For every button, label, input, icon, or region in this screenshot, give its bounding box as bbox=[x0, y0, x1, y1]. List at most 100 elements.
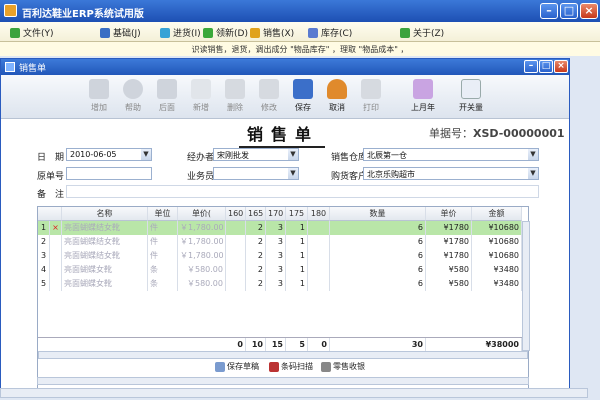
menu-about[interactable]: 关于(Z) bbox=[400, 26, 444, 39]
grid-cell-qty[interactable]: 6 bbox=[330, 263, 426, 277]
grid-horizontal-scrollbar[interactable] bbox=[38, 351, 528, 359]
window-horizontal-scrollbar[interactable] bbox=[37, 377, 529, 385]
chevron-down-icon[interactable]: ▼ bbox=[141, 149, 151, 160]
grid-cell-s175[interactable]: 1 bbox=[286, 235, 308, 249]
chevron-down-icon[interactable]: ▼ bbox=[528, 149, 538, 160]
grid-cell-s170[interactable]: 3 bbox=[266, 221, 286, 235]
chevron-down-icon[interactable]: ▼ bbox=[528, 168, 538, 179]
col-header[interactable]: 160 bbox=[226, 207, 246, 221]
grid-cell-s160[interactable] bbox=[226, 235, 246, 249]
col-header[interactable]: 单价 bbox=[426, 207, 472, 221]
grid-cell-uprice[interactable]: ¥1780 bbox=[426, 249, 472, 263]
grid-cell-s160[interactable] bbox=[226, 221, 246, 235]
grid-cell-s175[interactable]: 1 bbox=[286, 221, 308, 235]
grid-cell-uprice[interactable]: ¥1780 bbox=[426, 235, 472, 249]
toolbar-button-add[interactable]: 增加 bbox=[81, 79, 117, 113]
grid-cell-qty[interactable]: 6 bbox=[330, 249, 426, 263]
grid-cell-name[interactable]: 亮面蝴蝶女靴 bbox=[62, 277, 148, 291]
memo-field[interactable] bbox=[66, 185, 539, 198]
grid-cell-s165[interactable]: 2 bbox=[246, 263, 266, 277]
date-field[interactable]: 2010-06-05 ▼ bbox=[66, 148, 152, 161]
grid-cell-qty[interactable]: 6 bbox=[330, 277, 426, 291]
grid-cell-unit[interactable]: 件 bbox=[148, 249, 178, 263]
grid-cell-qty[interactable]: 6 bbox=[330, 235, 426, 249]
menu-base[interactable]: 基础(J) bbox=[100, 26, 141, 39]
toolbar-button-delete[interactable]: 删除 bbox=[217, 79, 253, 113]
col-header[interactable]: 175 bbox=[286, 207, 308, 221]
handler-field[interactable]: 宋刚批发 ▼ bbox=[213, 148, 299, 161]
menu-file[interactable]: 文件(Y) bbox=[10, 26, 54, 39]
grid-cell-price[interactable]: ￥1,780.00 bbox=[178, 221, 226, 235]
grid-cell-uprice[interactable]: ¥1780 bbox=[426, 221, 472, 235]
cash-button[interactable]: 零售收银 bbox=[321, 361, 365, 372]
toolbar-button-calc[interactable]: 上月年 bbox=[405, 79, 441, 113]
menu-refresh[interactable]: 领新(D) bbox=[203, 26, 248, 39]
toolbar-button-edit[interactable]: 修改 bbox=[251, 79, 287, 113]
col-header[interactable]: 数量 bbox=[330, 207, 426, 221]
main-horizontal-scrollbar[interactable] bbox=[0, 388, 588, 398]
col-header[interactable]: 单价( bbox=[178, 207, 226, 221]
grid-cell-s180[interactable] bbox=[308, 249, 330, 263]
toolbar-button-help[interactable]: 帮助 bbox=[115, 79, 151, 113]
grid-cell-amount[interactable]: ¥3480 bbox=[472, 263, 522, 277]
grid-cell-s175[interactable]: 1 bbox=[286, 249, 308, 263]
table-row[interactable]: 3 亮面蝴蝶结女靴件 ￥1,780.00 2 3 1 6 ¥1780 ¥10680 bbox=[38, 249, 528, 263]
toolbar-button-undo[interactable]: 取消 bbox=[319, 79, 355, 113]
minimize-button[interactable]: – bbox=[540, 3, 558, 19]
toolbar-button-print[interactable]: 打印 bbox=[353, 79, 389, 113]
grid-cell-price[interactable]: ￥1,780.00 bbox=[178, 249, 226, 263]
grid-cell-name[interactable]: 亮面蝴蝶结女靴 bbox=[62, 249, 148, 263]
table-row[interactable]: 4 亮面蝴蝶女靴条 ￥580.00 2 3 1 6 ¥580 ¥3480 bbox=[38, 263, 528, 277]
grid-cell-s165[interactable]: 2 bbox=[246, 235, 266, 249]
grid-cell-amount[interactable]: ¥10680 bbox=[472, 249, 522, 263]
table-row[interactable]: 2 亮面蝴蝶结女靴件 ￥1,780.00 2 3 1 6 ¥1780 ¥10680 bbox=[38, 235, 528, 249]
orig-field[interactable] bbox=[66, 167, 152, 180]
grid-cell-amount[interactable]: ¥3480 bbox=[472, 277, 522, 291]
grid-cell-unit[interactable]: 件 bbox=[148, 235, 178, 249]
col-header[interactable]: 180 bbox=[308, 207, 330, 221]
staff-field[interactable]: ▼ bbox=[213, 167, 299, 180]
grid-cell-s165[interactable]: 2 bbox=[246, 221, 266, 235]
child-minimize-button[interactable]: – bbox=[524, 60, 538, 73]
grid-cell-s160[interactable] bbox=[226, 263, 246, 277]
grid-cell-s160[interactable] bbox=[226, 249, 246, 263]
grid-cell-s180[interactable] bbox=[308, 235, 330, 249]
toolbar-button-new[interactable]: 新增 bbox=[183, 79, 219, 113]
grid-vertical-scrollbar[interactable] bbox=[522, 221, 530, 351]
col-header[interactable]: 单位 bbox=[148, 207, 178, 221]
menu-sales[interactable]: 销售(X) bbox=[250, 26, 294, 39]
grid-cell-uprice[interactable]: ¥580 bbox=[426, 263, 472, 277]
grid-cell-s165[interactable]: 2 bbox=[246, 249, 266, 263]
close-button[interactable]: × bbox=[580, 3, 598, 19]
customer-field[interactable]: 北京乐购超市 ▼ bbox=[363, 167, 539, 180]
toolbar-button-list[interactable]: 开关量 bbox=[453, 79, 489, 113]
grid-cell-s180[interactable] bbox=[308, 277, 330, 291]
grid-cell-s170[interactable]: 3 bbox=[266, 235, 286, 249]
col-header[interactable]: 名称 bbox=[62, 207, 148, 221]
toolbar-button-next[interactable]: 后面 bbox=[149, 79, 185, 113]
col-header[interactable]: 170 bbox=[266, 207, 286, 221]
grid-cell-price[interactable]: ￥1,780.00 bbox=[178, 235, 226, 249]
menu-stock[interactable]: 库存(C) bbox=[308, 26, 352, 39]
table-row[interactable]: 5 亮面蝴蝶女靴条 ￥580.00 2 3 1 6 ¥580 ¥3480 bbox=[38, 277, 528, 291]
grid-cell-name[interactable]: 亮面蝴蝶结女靴 bbox=[62, 235, 148, 249]
grid-cell-qty[interactable]: 6 bbox=[330, 221, 426, 235]
grid-cell-s175[interactable]: 1 bbox=[286, 263, 308, 277]
col-header[interactable]: 金额 bbox=[472, 207, 522, 221]
barcode-button[interactable]: 条码扫描 bbox=[269, 361, 313, 372]
grid-cell-s180[interactable] bbox=[308, 263, 330, 277]
grid-cell-uprice[interactable]: ¥580 bbox=[426, 277, 472, 291]
child-close-button[interactable]: × bbox=[554, 60, 568, 73]
grid-cell-s170[interactable]: 3 bbox=[266, 277, 286, 291]
grid-cell-s165[interactable]: 2 bbox=[246, 277, 266, 291]
table-row[interactable]: 1 × 亮面蝴蝶结女靴件 ￥1,780.00 2 3 1 6 ¥1780 ¥10680 bbox=[38, 221, 528, 235]
chevron-down-icon[interactable]: ▼ bbox=[288, 149, 298, 160]
grid-cell-unit[interactable]: 件 bbox=[148, 221, 178, 235]
maximize-button[interactable]: □ bbox=[560, 3, 578, 19]
grid-cell-name[interactable]: 亮面蝴蝶女靴 bbox=[62, 263, 148, 277]
col-header[interactable]: 165 bbox=[246, 207, 266, 221]
grid-cell-s160[interactable] bbox=[226, 277, 246, 291]
grid-cell-s170[interactable]: 3 bbox=[266, 263, 286, 277]
grid-cell-unit[interactable]: 条 bbox=[148, 277, 178, 291]
warehouse-field[interactable]: 北辰第一仓 ▼ bbox=[363, 148, 539, 161]
